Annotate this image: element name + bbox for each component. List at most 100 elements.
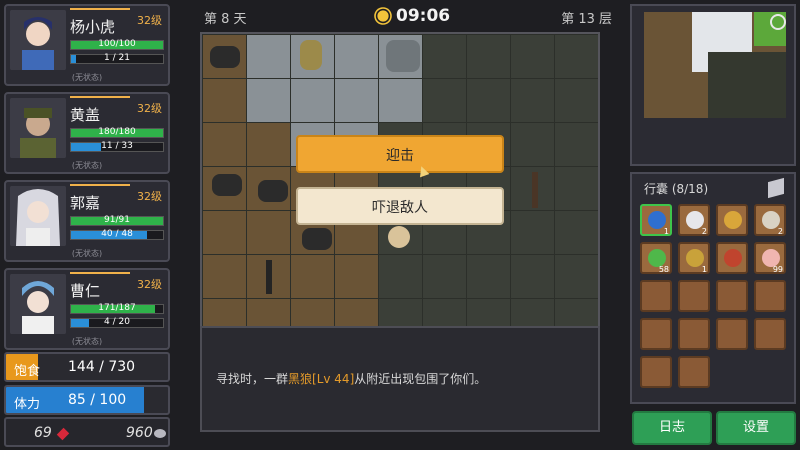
message-prefix: 寻找时，一群 [216, 372, 289, 386]
currency-bar: 69 960 [4, 417, 170, 447]
hp-text: 91/91 [104, 215, 130, 225]
hp-text: 180/180 [98, 127, 136, 137]
item-count: 58 [658, 265, 669, 274]
claw-icon [266, 260, 272, 294]
inventory-slot[interactable] [716, 204, 748, 236]
rock-icon [302, 228, 332, 250]
event-message: 寻找时，一群黑狼[Lv 44]从附近出现包围了你们。 [216, 370, 486, 387]
box-icon[interactable] [768, 177, 784, 199]
empty-inventory-slot[interactable] [640, 280, 672, 312]
rock-icon [212, 174, 242, 196]
party-member-card[interactable]: 曹仁 32级 171/187 4 / 20 (无状态) [4, 268, 170, 350]
mp-text: 40 / 48 [101, 229, 133, 239]
stamina-value: 85 / 100 [68, 392, 127, 408]
settings-button[interactable]: 设置 [716, 411, 796, 445]
portrait [10, 274, 66, 334]
player-icon [388, 226, 410, 248]
stamina-meter: 体力 85 / 100 [4, 385, 170, 415]
inventory-slot[interactable]: 2 [678, 204, 710, 236]
gem-count: 69 [34, 425, 52, 441]
status-text: (无状态) [71, 161, 103, 170]
member-name: 杨小虎 [70, 18, 116, 36]
card-accent [70, 184, 130, 186]
hp-text: 100/100 [98, 39, 136, 49]
enemy-name: 黑狼[Lv 44] [288, 372, 355, 386]
status-text: (无状态) [71, 337, 103, 346]
minimap-fog [708, 52, 786, 118]
mp-bar: 4 / 20 [70, 317, 164, 328]
empty-inventory-slot[interactable] [640, 356, 672, 388]
member-name: 黄盖 [70, 106, 101, 124]
card-accent [70, 8, 130, 10]
boulder-icon [386, 40, 420, 72]
empty-inventory-slot[interactable] [678, 356, 710, 388]
top-bar: 第 8 天 09:06 第 13 层 [180, 0, 620, 32]
item-count: 1 [663, 227, 669, 236]
portrait [10, 10, 66, 70]
inventory-slot[interactable]: 1 [640, 204, 672, 236]
coin-icon [154, 429, 166, 438]
hp-bar: 180/180 [70, 127, 164, 138]
inventory-title: 行囊 (8/18) [644, 182, 709, 196]
hp-bar: 171/187 [70, 303, 164, 314]
mp-bar: 11 / 33 [70, 141, 164, 152]
hp-bar: 100/100 [70, 39, 164, 50]
hp-text: 171/187 [98, 303, 136, 313]
clock: 09:06 [396, 6, 451, 26]
scare-away-button[interactable]: 吓退敌人 [296, 187, 504, 225]
member-level: 32级 [137, 278, 162, 291]
empty-inventory-slot[interactable] [754, 318, 786, 350]
empty-inventory-slot[interactable] [754, 280, 786, 312]
item-count: 1 [701, 265, 707, 274]
empty-inventory-slot[interactable] [678, 318, 710, 350]
mp-bar: 40 / 48 [70, 229, 164, 240]
mp-text: 1 / 21 [104, 53, 130, 63]
inventory-slot[interactable]: 2 [754, 204, 786, 236]
red-root-icon [724, 249, 742, 267]
inventory-slot[interactable]: 58 [640, 242, 672, 274]
day-counter: 第 8 天 [204, 12, 247, 27]
inventory-slot[interactable]: 99 [754, 242, 786, 274]
status-text: (无状态) [71, 73, 103, 82]
member-level: 32级 [137, 14, 162, 27]
empty-inventory-slot[interactable] [716, 318, 748, 350]
card-accent [70, 96, 130, 98]
member-level: 32级 [137, 102, 162, 115]
game-field[interactable] [200, 32, 600, 328]
portrait [10, 186, 66, 246]
floor-counter: 第 13 层 [561, 12, 612, 27]
item-count: 2 [777, 227, 783, 236]
empty-inventory-slot[interactable] [678, 280, 710, 312]
minimap-view [644, 12, 786, 118]
food-label: 饱食 [14, 364, 41, 379]
member-name: 曹仁 [70, 282, 101, 300]
portrait [10, 98, 66, 158]
empty-inventory-slot[interactable] [716, 280, 748, 312]
coin-count: 960 [126, 425, 153, 441]
gold-ore-icon [724, 211, 742, 229]
inventory-panel: 行囊 (8/18) 1 2 2 58 1 99 [630, 172, 796, 404]
rock-icon [258, 180, 288, 202]
minimap[interactable] [630, 4, 796, 166]
member-level: 32级 [137, 190, 162, 203]
inventory-slot[interactable] [716, 242, 748, 274]
mp-bar: 1 / 21 [70, 53, 164, 64]
attack-button[interactable]: 迎击 [296, 135, 504, 173]
party-member-card[interactable]: 郭嘉 32级 91/91 40 / 48 (无状态) [4, 180, 170, 262]
food-meter: 饱食 144 / 730 [4, 352, 170, 382]
locate-icon[interactable] [770, 14, 786, 30]
party-member-card[interactable]: 杨小虎 32级 100/100 1 / 21 (无状态) [4, 4, 170, 86]
mp-text: 11 / 33 [101, 141, 133, 151]
message-box: 寻找时，一群黑狼[Lv 44]从附近出现包围了你们。 [200, 326, 600, 432]
item-count: 99 [772, 265, 783, 274]
hp-bar: 91/91 [70, 215, 164, 226]
inventory-slot[interactable]: 1 [678, 242, 710, 274]
empty-inventory-slot[interactable] [640, 318, 672, 350]
member-name: 郭嘉 [70, 194, 101, 212]
food-value: 144 / 730 [68, 359, 136, 375]
card-accent [70, 272, 130, 274]
party-member-card[interactable]: 黄盖 32级 180/180 11 / 33 (无状态) [4, 92, 170, 174]
dead-tree-icon [532, 172, 538, 208]
rock-icon [210, 46, 240, 68]
log-button[interactable]: 日志 [632, 411, 712, 445]
